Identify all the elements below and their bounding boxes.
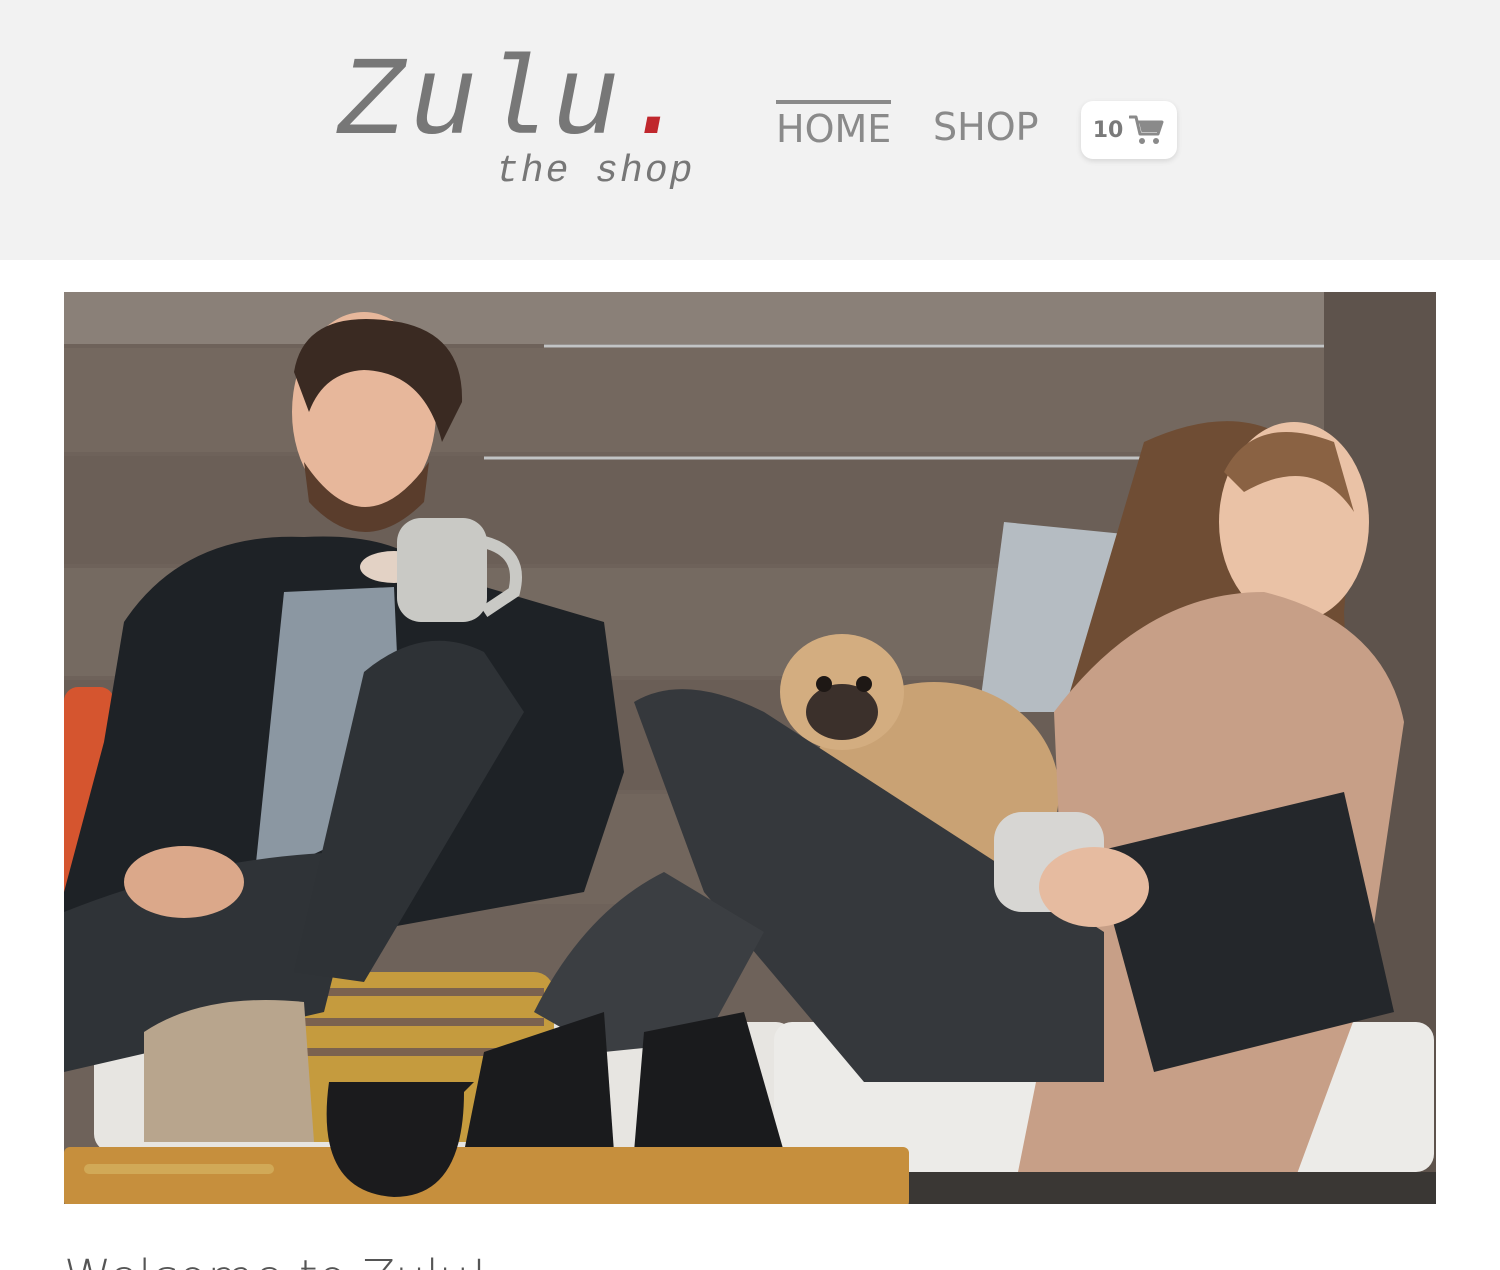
logo-wordmark: Zulu. xyxy=(338,40,695,167)
logo-tagline: the shop xyxy=(496,150,695,193)
cart-count: 10 xyxy=(1092,117,1124,143)
welcome-heading: Welcome to Zulu! xyxy=(64,1248,489,1270)
nav-home-link[interactable]: HOME xyxy=(776,100,892,154)
site-header: Zulu. the shop HOME SHOP 10 xyxy=(0,0,1500,260)
site-logo[interactable]: Zulu. the shop xyxy=(338,44,718,204)
hero-image xyxy=(64,292,1436,1204)
logo-dot: . xyxy=(622,40,695,167)
cart-button[interactable]: 10 xyxy=(1081,101,1177,159)
nav-shop-link[interactable]: SHOP xyxy=(933,100,1039,154)
shopping-cart-icon xyxy=(1129,114,1165,146)
